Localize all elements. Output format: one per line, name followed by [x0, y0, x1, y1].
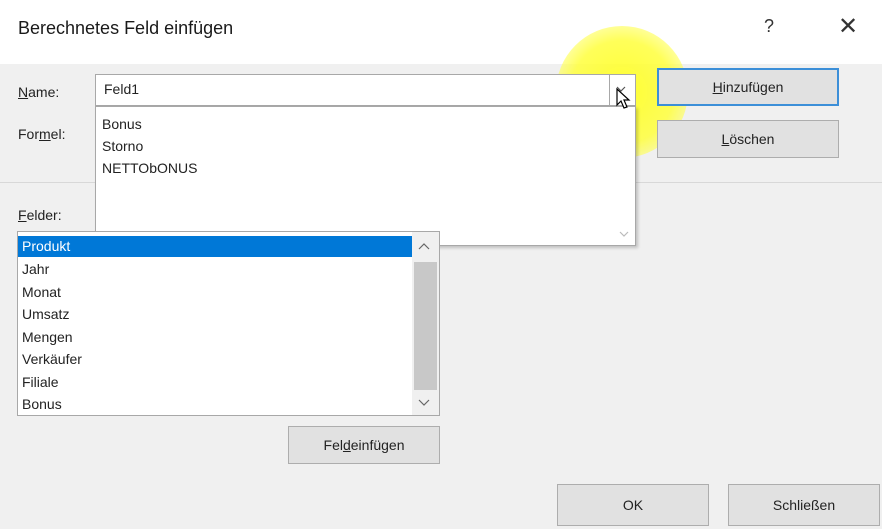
- close-dialog-button[interactable]: Schließen: [728, 484, 880, 526]
- name-value: Feld1: [104, 81, 140, 97]
- dialog-title: Berechnetes Feld einfügen: [18, 18, 234, 38]
- list-item[interactable]: Monat: [22, 282, 412, 303]
- dropdown-option[interactable]: Storno: [102, 138, 143, 154]
- help-button[interactable]: ?: [764, 16, 774, 37]
- list-item[interactable]: Filiale: [22, 372, 412, 393]
- title-bar: Berechnetes Feld einfügen ? ✕: [0, 0, 882, 64]
- insert-field-button[interactable]: Fel d einfügen: [288, 426, 440, 464]
- delete-button[interactable]: Löschen: [657, 120, 839, 158]
- fields-listbox[interactable]: Produkt Jahr Monat Umsatz Mengen Verkäuf…: [17, 231, 440, 416]
- dropdown-option[interactable]: NETTObONUS: [102, 160, 197, 176]
- list-item[interactable]: Jahr: [22, 259, 412, 280]
- list-item[interactable]: Verkäufer: [22, 349, 412, 370]
- formel-label: Formel:: [18, 126, 66, 142]
- name-dropdown-list: Bonus Storno NETTObONUS: [95, 106, 636, 246]
- mouse-cursor-icon: [616, 88, 631, 109]
- name-combobox-input[interactable]: Feld1: [95, 74, 610, 106]
- chevron-up-icon[interactable]: [418, 242, 430, 252]
- name-label: Name:: [18, 84, 60, 100]
- chevron-down-icon[interactable]: [619, 229, 629, 239]
- add-button[interactable]: Hinzufügen: [657, 68, 839, 106]
- chevron-down-icon[interactable]: [418, 397, 430, 407]
- ok-button[interactable]: OK: [557, 484, 709, 526]
- dropdown-option[interactable]: Bonus: [102, 116, 142, 132]
- list-item[interactable]: Produkt: [18, 236, 414, 257]
- fields-label: Felder:: [18, 207, 62, 223]
- list-item[interactable]: Bonus: [22, 394, 412, 415]
- close-button[interactable]: ✕: [838, 12, 858, 41]
- list-item[interactable]: Mengen: [22, 327, 412, 348]
- list-item[interactable]: Umsatz: [22, 304, 412, 325]
- scrollbar-thumb[interactable]: [414, 262, 437, 390]
